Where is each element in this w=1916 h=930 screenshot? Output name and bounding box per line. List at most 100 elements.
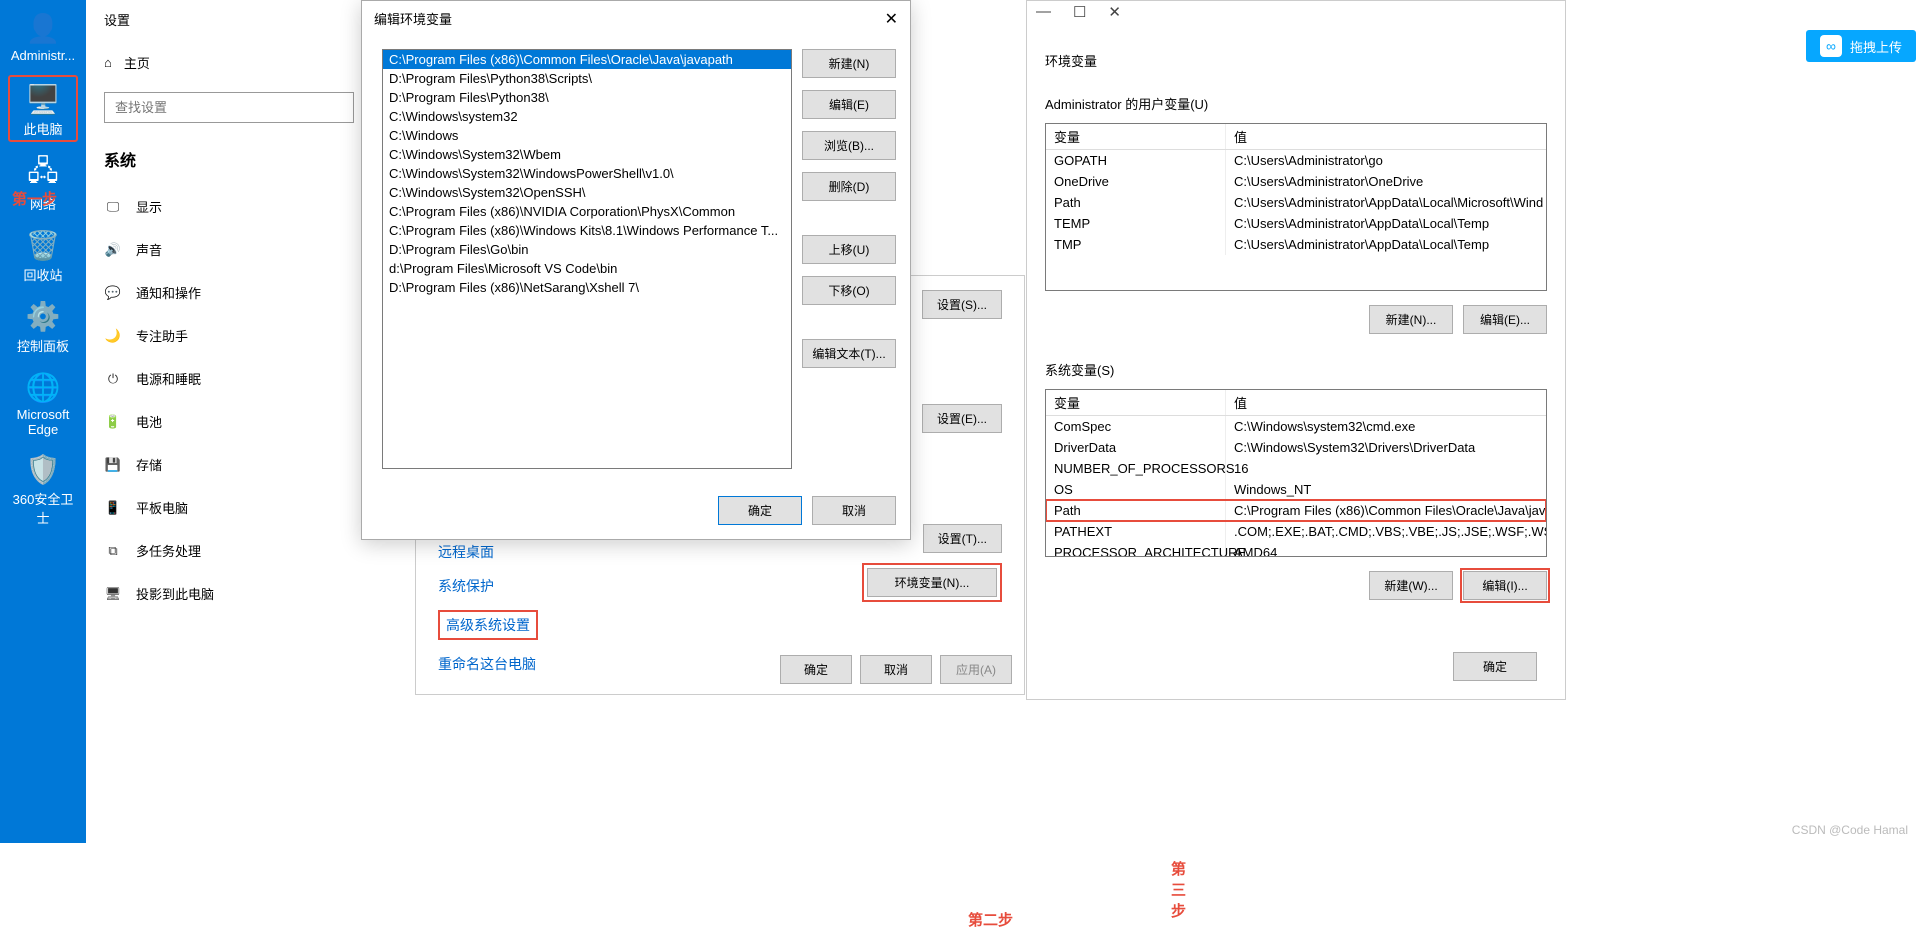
table-row[interactable]: TMPC:\Users\Administrator\AppData\Local\…: [1046, 234, 1546, 255]
var-value: C:\Windows\System32\Drivers\DriverData: [1226, 437, 1546, 458]
path-item[interactable]: D:\Program Files\Python38\Scripts\: [383, 69, 791, 88]
path-item[interactable]: D:\Program Files\Python38\: [383, 88, 791, 107]
desktop-icon-control-panel[interactable]: ⚙️控制面板: [8, 296, 78, 355]
var-name: DriverData: [1046, 437, 1226, 458]
path-item[interactable]: C:\Windows\system32: [383, 107, 791, 126]
table-row[interactable]: PathC:\Program Files (x86)\Common Files\…: [1046, 500, 1546, 521]
path-item[interactable]: d:\Program Files\Microsoft VS Code\bin: [383, 259, 791, 278]
var-name: Path: [1046, 192, 1226, 213]
var-value: .COM;.EXE;.BAT;.CMD;.VBS;.VBE;.JS;.JSE;.…: [1226, 521, 1546, 542]
sysprops-ok[interactable]: 确定: [780, 655, 852, 684]
var-name: OneDrive: [1046, 171, 1226, 192]
desktop-icon-this-pc[interactable]: 🖥️此电脑: [8, 75, 78, 142]
var-value: AMD64: [1226, 542, 1546, 557]
user-vars-title: Administrator 的用户变量(U): [1027, 78, 1565, 119]
var-name: PATHEXT: [1046, 521, 1226, 542]
path-item[interactable]: D:\Program Files\Go\bin: [383, 240, 791, 259]
table-row[interactable]: DriverDataC:\Windows\System32\Drivers\Dr…: [1046, 437, 1546, 458]
cancel-button[interactable]: 取消: [812, 496, 896, 525]
icon-label: 控制面板: [17, 336, 69, 355]
nav-icon: 💾: [104, 457, 122, 473]
step3-label: 第三步: [1171, 858, 1186, 921]
nav-icon: 🖥: [104, 586, 122, 602]
var-name: Path: [1046, 500, 1226, 521]
settings-s-button[interactable]: 设置(S)...: [922, 290, 1002, 319]
edit-text-button[interactable]: 编辑文本(T)...: [802, 339, 896, 368]
new-button[interactable]: 新建(N): [802, 49, 896, 78]
user-var-table[interactable]: 变量 值 GOPATHC:\Users\Administrator\goOneD…: [1045, 123, 1547, 291]
close-icon[interactable]: ✕: [1108, 3, 1121, 21]
maximize-icon[interactable]: ☐: [1073, 3, 1086, 21]
search-input[interactable]: [104, 92, 354, 123]
path-item[interactable]: D:\Program Files (x86)\NetSarang\Xshell …: [383, 278, 791, 297]
user-new-button[interactable]: 新建(N)...: [1369, 305, 1453, 334]
ok-button[interactable]: 确定: [718, 496, 802, 525]
nav-label: 通知和操作: [136, 283, 201, 302]
sys-edit-button[interactable]: 编辑(I)...: [1463, 571, 1547, 600]
edit-button[interactable]: 编辑(E): [802, 90, 896, 119]
browse-button[interactable]: 浏览(B)...: [802, 131, 896, 160]
desktop-icon-edge[interactable]: 🌐Microsoft Edge: [8, 367, 78, 437]
desktop-icon-recycle-bin[interactable]: 🗑️回收站: [8, 225, 78, 284]
move-down-button[interactable]: 下移(O): [802, 276, 896, 305]
table-row[interactable]: PATHEXT.COM;.EXE;.BAT;.CMD;.VBS;.VBE;.JS…: [1046, 521, 1546, 542]
table-row[interactable]: PathC:\Users\Administrator\AppData\Local…: [1046, 192, 1546, 213]
table-row[interactable]: NUMBER_OF_PROCESSORS16: [1046, 458, 1546, 479]
nav-label: 多任务处理: [136, 541, 201, 560]
nav-label: 平板电脑: [136, 498, 188, 517]
path-list[interactable]: C:\Program Files (x86)\Common Files\Orac…: [382, 49, 792, 469]
path-item[interactable]: C:\Windows\System32\WindowsPowerShell\v1…: [383, 164, 791, 183]
360-safe-icon: 🛡️: [23, 449, 63, 489]
nav-label: 投影到此电脑: [136, 584, 214, 603]
nav-label: 存储: [136, 455, 162, 474]
path-item[interactable]: C:\Program Files (x86)\Windows Kits\8.1\…: [383, 221, 791, 240]
link-protect[interactable]: 系统保护: [438, 576, 538, 596]
desktop-icon-360-safe[interactable]: 🛡️360安全卫士: [8, 449, 78, 527]
var-name: GOPATH: [1046, 150, 1226, 171]
upload-widget[interactable]: ∞ 拖拽上传: [1806, 30, 1916, 62]
watermark: CSDN @Code Hamal: [1792, 823, 1908, 837]
table-row[interactable]: PROCESSOR_ARCHITECTUREAMD64: [1046, 542, 1546, 557]
settings-e-button[interactable]: 设置(E)...: [922, 404, 1002, 433]
env-var-button-box: 环境变量(N)...: [862, 563, 1002, 602]
table-row[interactable]: ComSpecC:\Windows\system32\cmd.exe: [1046, 416, 1546, 437]
delete-button[interactable]: 删除(D): [802, 172, 896, 201]
path-item[interactable]: C:\Windows\System32\Wbem: [383, 145, 791, 164]
var-name: ComSpec: [1046, 416, 1226, 437]
var-name: PROCESSOR_ARCHITECTURE: [1046, 542, 1226, 557]
path-item[interactable]: C:\Program Files (x86)\Common Files\Orac…: [383, 50, 791, 69]
home-label: 主页: [124, 53, 150, 72]
administrator-icon: 👤: [23, 8, 63, 48]
link-remote[interactable]: 远程桌面: [438, 542, 538, 562]
settings-t-button[interactable]: 设置(T)...: [923, 524, 1002, 553]
user-edit-button[interactable]: 编辑(E)...: [1463, 305, 1547, 334]
path-item[interactable]: C:\Windows\System32\OpenSSH\: [383, 183, 791, 202]
env-ok-button[interactable]: 确定: [1453, 652, 1537, 681]
var-value: C:\Users\Administrator\go: [1226, 150, 1546, 171]
edit-env-dialog: 编辑环境变量 ✕ C:\Program Files (x86)\Common F…: [361, 0, 911, 540]
control-panel-icon: ⚙️: [23, 296, 63, 336]
sysprops-cancel[interactable]: 取消: [860, 655, 932, 684]
close-icon[interactable]: ✕: [885, 9, 898, 29]
table-row[interactable]: GOPATHC:\Users\Administrator\go: [1046, 150, 1546, 171]
minimize-icon[interactable]: —: [1036, 3, 1051, 21]
sysprops-apply: 应用(A): [940, 655, 1012, 684]
path-item[interactable]: C:\Program Files (x86)\NVIDIA Corporatio…: [383, 202, 791, 221]
table-row[interactable]: TEMPC:\Users\Administrator\AppData\Local…: [1046, 213, 1546, 234]
path-item[interactable]: C:\Windows: [383, 126, 791, 145]
link-advanced[interactable]: 高级系统设置: [438, 610, 538, 640]
sys-var-table[interactable]: 变量 值 ComSpecC:\Windows\system32\cmd.exeD…: [1045, 389, 1547, 557]
desktop-icon-administrator[interactable]: 👤Administr...: [8, 8, 78, 63]
related-links: 远程桌面 系统保护 高级系统设置 重命名这台电脑: [438, 542, 538, 674]
icon-label: 360安全卫士: [8, 489, 78, 527]
table-row[interactable]: OSWindows_NT: [1046, 479, 1546, 500]
link-rename[interactable]: 重命名这台电脑: [438, 654, 538, 674]
recycle-bin-icon: 🗑️: [23, 225, 63, 265]
move-up-button[interactable]: 上移(U): [802, 235, 896, 264]
env-var-button[interactable]: 环境变量(N)...: [867, 568, 997, 597]
sys-new-button[interactable]: 新建(W)...: [1369, 571, 1453, 600]
var-value: 16: [1226, 458, 1546, 479]
edit-dialog-title: 编辑环境变量: [374, 9, 452, 29]
nav-icon: 📱: [104, 500, 122, 516]
table-row[interactable]: OneDriveC:\Users\Administrator\OneDrive: [1046, 171, 1546, 192]
